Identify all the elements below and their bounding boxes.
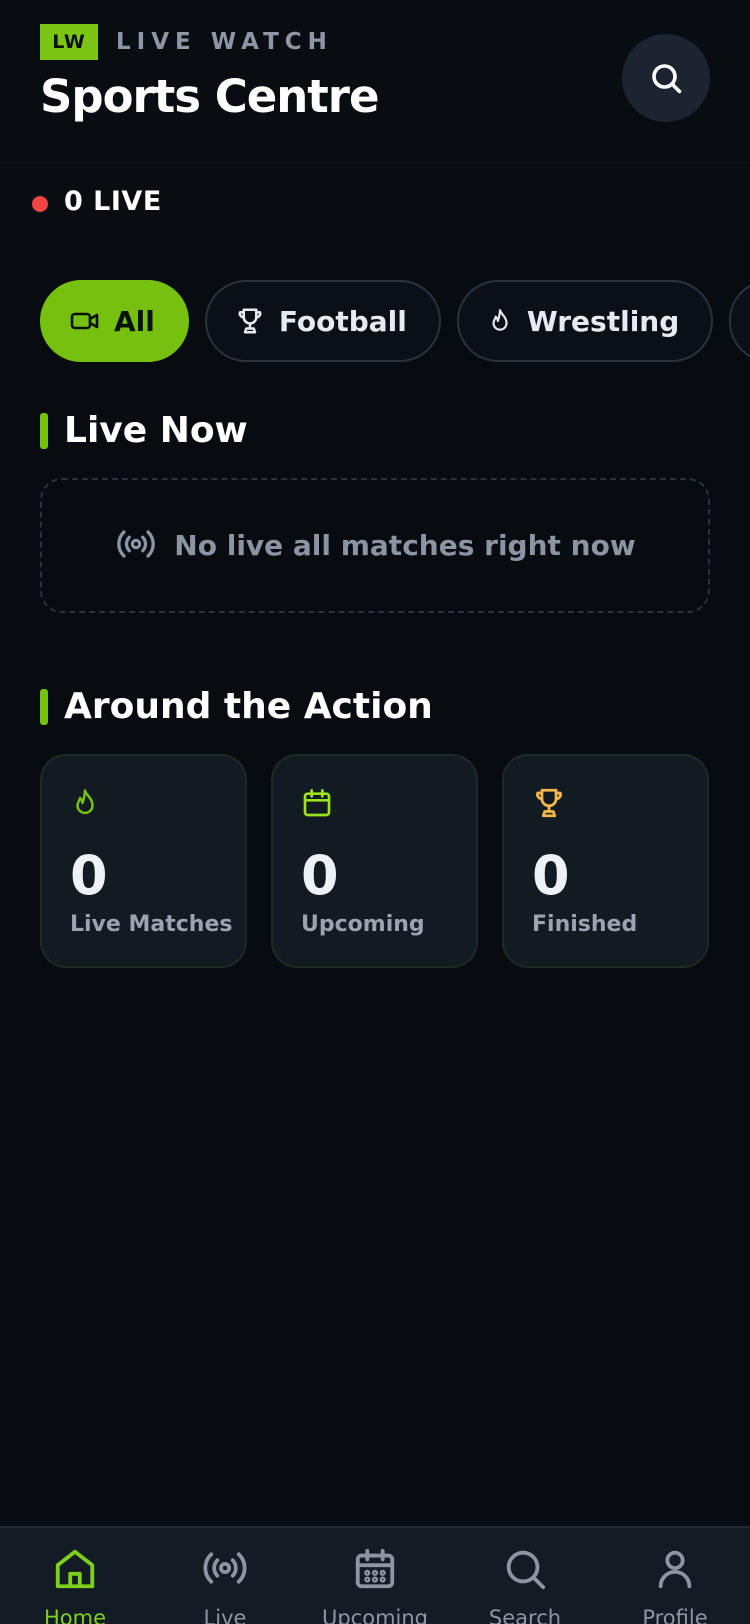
chip-football[interactable]: Football xyxy=(204,280,441,362)
search-icon xyxy=(502,1546,548,1596)
empty-state-text: No live all matches right now xyxy=(174,529,636,562)
section-title: Live Now xyxy=(64,410,248,451)
live-count: 0 LIVE xyxy=(64,186,162,217)
tab-label: Upcoming xyxy=(321,1606,429,1624)
brand-row: LW LIVE WATCH xyxy=(40,24,333,60)
stat-value: 0 xyxy=(70,844,108,907)
broadcast-icon xyxy=(114,526,158,566)
user-icon xyxy=(652,1546,698,1596)
page-title: Sports Centre xyxy=(40,70,379,123)
search-button[interactable] xyxy=(622,34,710,122)
calendar-icon xyxy=(352,1546,398,1596)
stats-row: 0 Live Matches 0 Upcoming 0 Finished xyxy=(40,754,710,968)
chip-all[interactable]: All xyxy=(40,280,189,362)
stat-label: Finished xyxy=(532,912,638,937)
calendar-icon xyxy=(301,789,333,824)
live-indicator-dot xyxy=(32,196,48,212)
trophy-icon xyxy=(532,788,566,824)
brand-badge: LW xyxy=(40,24,98,60)
tab-label: Profile xyxy=(642,1606,708,1624)
section-title: Around the Action xyxy=(64,686,433,727)
tab-live[interactable]: Live xyxy=(150,1528,300,1624)
tab-label: Live xyxy=(203,1606,247,1624)
stat-value: 0 xyxy=(301,844,339,907)
chip-wrestling[interactable]: Wrestling xyxy=(456,280,714,362)
broadcast-icon xyxy=(201,1546,249,1594)
section-accent-bar xyxy=(40,412,48,449)
tab-home[interactable]: Home xyxy=(0,1528,150,1624)
trophy-icon xyxy=(235,306,265,336)
chip-label: Football xyxy=(278,304,407,338)
flame-icon xyxy=(70,789,100,824)
brand-name: LIVE WATCH xyxy=(116,29,333,55)
category-chips: All Football Wrestling xyxy=(40,280,750,364)
app-header: LW LIVE WATCH Sports Centre xyxy=(0,0,750,163)
home-icon xyxy=(52,1546,98,1596)
stat-card-upcoming[interactable]: 0 Upcoming xyxy=(271,754,478,968)
stat-label: Upcoming xyxy=(301,912,425,937)
chip-more[interactable] xyxy=(729,280,750,362)
stat-value: 0 xyxy=(532,844,570,907)
around-action-heading: Around the Action xyxy=(40,686,433,727)
stat-label: Live Matches xyxy=(70,912,233,937)
flame-icon xyxy=(487,306,513,336)
chip-label: All xyxy=(114,304,155,338)
live-now-empty-state: No live all matches right now xyxy=(40,478,710,613)
tab-label: Search xyxy=(488,1606,562,1624)
tab-profile[interactable]: Profile xyxy=(600,1528,750,1624)
stat-card-live[interactable]: 0 Live Matches xyxy=(40,754,247,968)
video-icon xyxy=(70,309,100,333)
live-now-heading: Live Now xyxy=(40,410,248,451)
tab-upcoming[interactable]: Upcoming xyxy=(300,1528,450,1624)
stat-card-finished[interactable]: 0 Finished xyxy=(502,754,709,968)
tab-label: Home xyxy=(43,1606,106,1624)
section-accent-bar xyxy=(40,688,48,725)
tab-search[interactable]: Search xyxy=(450,1528,600,1624)
chip-label: Wrestling xyxy=(526,304,680,338)
bottom-tab-bar: Home Live Upcoming Search Profile xyxy=(0,1526,750,1624)
live-status-bar: 0 LIVE xyxy=(0,164,750,244)
search-icon xyxy=(652,64,682,94)
